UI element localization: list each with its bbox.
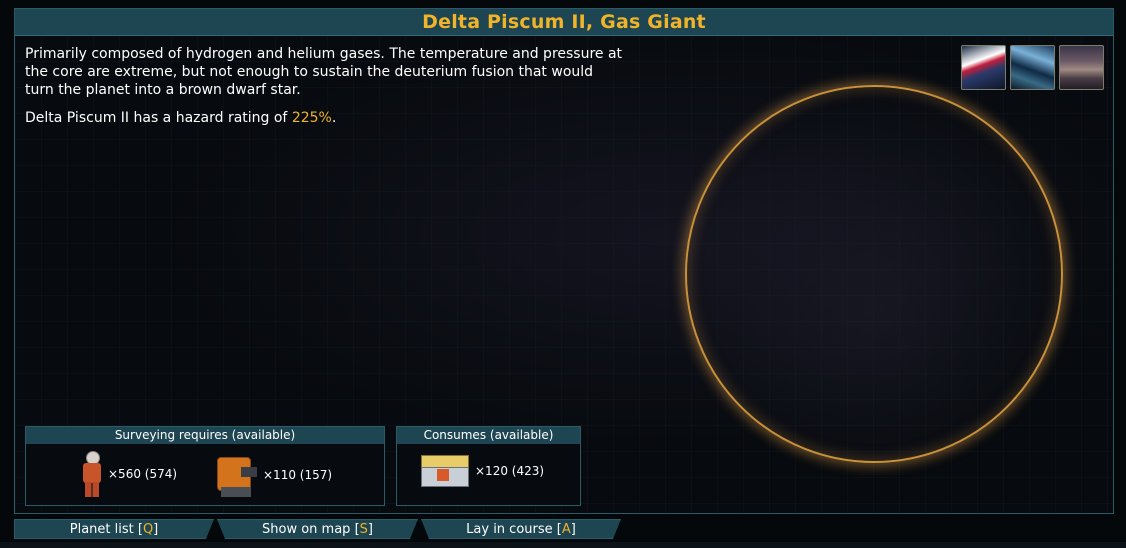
crew-icon xyxy=(80,451,104,497)
show-on-map-button[interactable]: Show on map [S] xyxy=(217,519,418,539)
bottom-strip xyxy=(0,542,1126,548)
surface-thumbnails xyxy=(961,45,1104,90)
supply-crate-consumption: ×120 (423) xyxy=(419,451,544,491)
hazard-value: 225% xyxy=(291,110,332,126)
panel-title: Delta Piscum II, Gas Giant xyxy=(15,9,1113,36)
hazard-suffix: . xyxy=(331,110,337,126)
gas-giant-planet-render xyxy=(685,85,1063,463)
consumes-header: Consumes (available) xyxy=(397,427,580,444)
supply-crate-amount: ×120 (423) xyxy=(475,464,545,478)
crew-requirement: ×560 (574) xyxy=(80,451,177,497)
drilling-rig-amount: ×110 (157) xyxy=(263,468,333,482)
crew-amount: ×560 (574) xyxy=(108,467,178,481)
hazard-rating: Delta Piscum II has a hazard rating of 2… xyxy=(25,109,625,127)
planet-list-button[interactable]: Planet list [Q] xyxy=(14,519,214,539)
surface-thumbnail-2[interactable] xyxy=(1010,45,1055,90)
drilling-rig-icon xyxy=(213,451,259,499)
planet-description: Primarily composed of hydrogen and heliu… xyxy=(25,46,623,98)
surface-thumbnail-3[interactable] xyxy=(1059,45,1104,90)
surveying-header: Surveying requires (available) xyxy=(26,427,384,444)
consumes-box: Consumes (available) ×120 (423) xyxy=(396,426,581,506)
lay-in-course-button[interactable]: Lay in course [A] xyxy=(421,519,621,539)
planet-info-panel: Delta Piscum II, Gas Giant Primarily com… xyxy=(14,8,1114,514)
drilling-rig-requirement: ×110 (157) xyxy=(213,451,332,499)
surveying-requirements-box: Surveying requires (available) ×560 (574… xyxy=(25,426,385,506)
hazard-prefix: Delta Piscum II has a hazard rating of xyxy=(25,110,292,126)
supply-crate-icon xyxy=(419,451,471,491)
surface-thumbnail-1[interactable] xyxy=(961,45,1006,90)
